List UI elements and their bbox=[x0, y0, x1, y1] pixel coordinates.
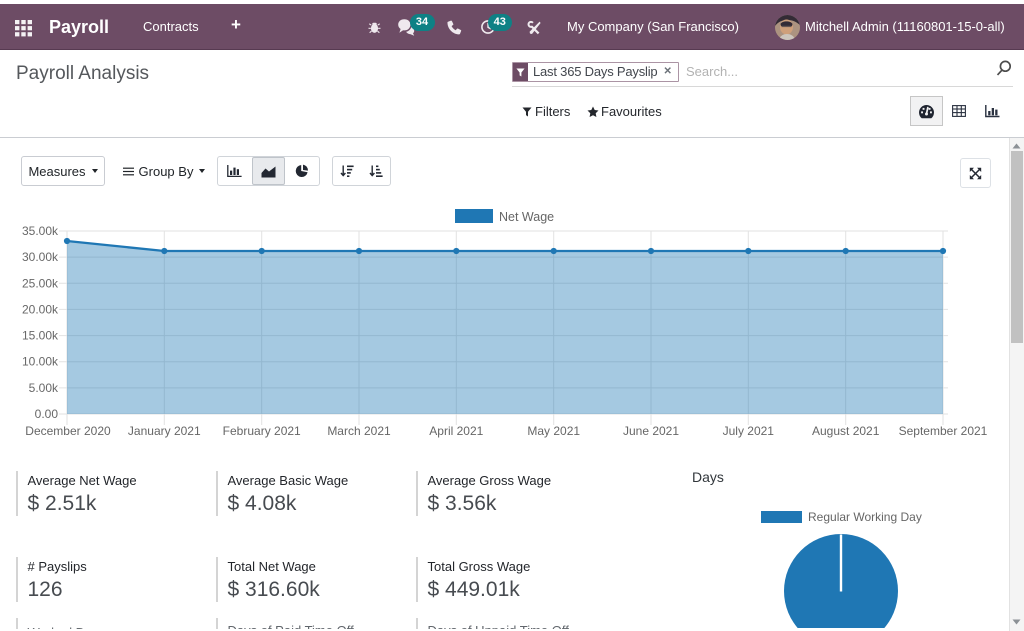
svg-text:September 2021: September 2021 bbox=[899, 424, 988, 438]
svg-text:June 2021: June 2021 bbox=[623, 424, 679, 438]
svg-text:April 2021: April 2021 bbox=[429, 424, 483, 438]
svg-text:20.00k: 20.00k bbox=[22, 302, 59, 316]
svg-text:30.00k: 30.00k bbox=[22, 250, 59, 264]
svg-text:December 2020: December 2020 bbox=[25, 424, 111, 438]
svg-text:5.00k: 5.00k bbox=[29, 381, 59, 395]
svg-text:August 2021: August 2021 bbox=[812, 424, 880, 438]
svg-text:15.00k: 15.00k bbox=[22, 329, 59, 343]
svg-text:0.00: 0.00 bbox=[35, 407, 59, 421]
svg-text:January 2021: January 2021 bbox=[128, 424, 201, 438]
svg-text:May 2021: May 2021 bbox=[527, 424, 580, 438]
svg-text:10.00k: 10.00k bbox=[22, 355, 59, 369]
svg-text:July 2021: July 2021 bbox=[723, 424, 775, 438]
svg-text:February 2021: February 2021 bbox=[223, 424, 301, 438]
svg-text:35.00k: 35.00k bbox=[22, 224, 59, 238]
svg-text:25.00k: 25.00k bbox=[22, 276, 59, 290]
svg-text:March 2021: March 2021 bbox=[327, 424, 391, 438]
svg-text:Net Wage: Net Wage bbox=[499, 210, 554, 224]
